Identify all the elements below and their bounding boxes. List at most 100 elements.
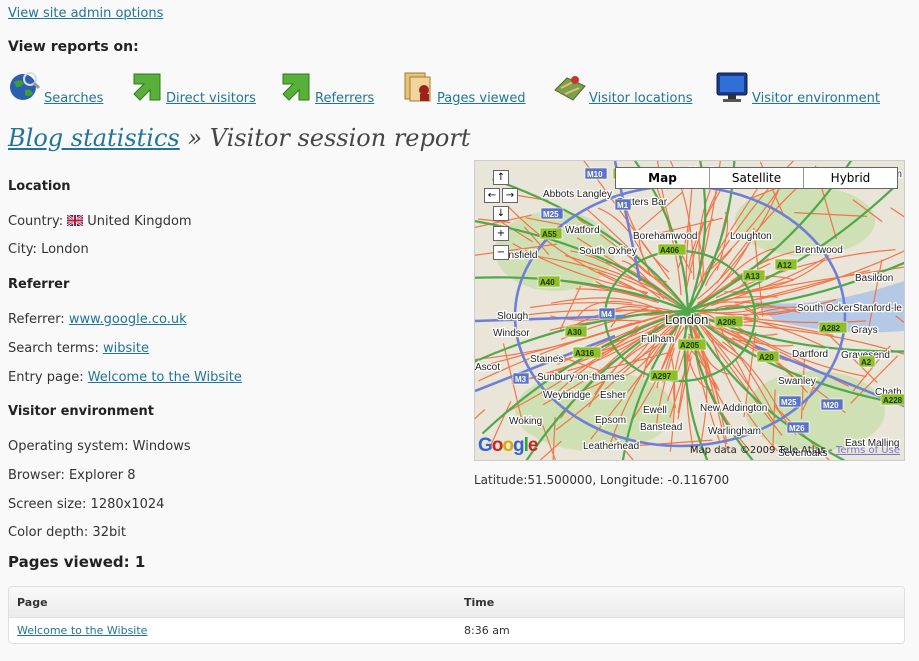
svg-text:M3: M3 [515, 375, 527, 384]
map-place-label: Basildon [855, 273, 893, 284]
site-admin-link[interactable]: View site admin options [8, 6, 163, 21]
map-place-label: Epsom [595, 415, 626, 426]
nav-link-pages-viewed[interactable]: Pages viewed [437, 91, 526, 106]
map-place-label: Brentwood [795, 245, 843, 256]
map-place-label: Sunbury-on-thames [537, 372, 625, 383]
screen-size-row: Screen size: 1280x1024 [8, 497, 165, 512]
nav-link-referrers[interactable]: Referrers [315, 91, 374, 106]
referrer-heading: Referrer [8, 277, 70, 292]
road-shield: M20 [820, 398, 844, 411]
entry-page-label: Entry page: [8, 370, 84, 385]
city-value: London [41, 242, 89, 257]
country-row: Country: United Kingdom [8, 214, 192, 229]
country-value: United Kingdom [87, 214, 192, 229]
svg-text:M10: M10 [587, 170, 603, 179]
browser-row: Browser: Explorer 8 [8, 468, 136, 483]
svg-text:A297: A297 [652, 372, 672, 381]
map-type-control: Map Satellite Hybrid [615, 167, 898, 189]
zoom-in-button[interactable]: + [493, 226, 509, 241]
road-shield: A228 [880, 393, 904, 406]
map-place-label: Grays [851, 325, 878, 336]
entry-page-link[interactable]: Welcome to the Wibsite [88, 370, 242, 385]
map-type-satellite-button[interactable]: Satellite [709, 168, 803, 188]
google-logo: Google [478, 435, 538, 456]
map-place-label: New Addington [700, 403, 767, 414]
road-shield: A40 [537, 275, 561, 288]
map-type-hybrid-button[interactable]: Hybrid [803, 168, 897, 188]
map-place-label: Stanford-le [853, 303, 902, 314]
nav-link-visitor-environment[interactable]: Visitor environment [752, 91, 880, 106]
map-place-label: Warlingham [708, 426, 761, 437]
view-reports-heading: View reports on: [8, 39, 139, 55]
table-row-time: 8:36 am [464, 624, 510, 637]
search-terms-link[interactable]: wibsite [103, 341, 149, 356]
map-place-label: Leatherhead [583, 441, 639, 452]
map-place-label: Weybridge [543, 390, 591, 401]
svg-text:A55: A55 [542, 230, 557, 239]
blog-statistics-link[interactable]: Blog statistics [8, 124, 180, 152]
pan-left-button[interactable]: ← [484, 188, 500, 203]
zoom-out-button[interactable]: − [493, 245, 509, 260]
svg-text:M4: M4 [601, 310, 613, 319]
map-place-label: Woking [509, 416, 542, 427]
pan-right-button[interactable]: → [502, 188, 518, 203]
road-shield: M10 [584, 167, 608, 180]
svg-text:M25: M25 [543, 210, 559, 219]
search-terms-label: Search terms: [8, 341, 99, 356]
road-shield: A12 [774, 258, 798, 271]
city-label: City: [8, 242, 37, 257]
svg-text:A2: A2 [861, 358, 872, 367]
map-place-label: London [665, 312, 708, 327]
monitor-icon [716, 72, 748, 102]
entry-page-row: Entry page: Welcome to the Wibsite [8, 370, 242, 385]
road-shield: A20 [756, 350, 780, 363]
title-rest: » Visitor session report [179, 124, 471, 152]
referrer-link[interactable]: www.google.co.uk [69, 312, 187, 327]
column-header-page: Page [17, 596, 48, 609]
green-arrow-icon [282, 73, 310, 101]
map-type-map-button[interactable]: Map [616, 168, 709, 188]
road-shield: M3 [512, 372, 530, 385]
svg-text:A20: A20 [759, 353, 774, 362]
color-depth-row: Color depth: 32bit [8, 525, 126, 540]
svg-text:A316: A316 [575, 349, 595, 358]
map-place-label: Ewell [643, 405, 667, 416]
pages-viewed-heading: Pages viewed: 1 [8, 553, 146, 571]
svg-text:M25: M25 [781, 398, 797, 407]
table-row-page-link[interactable]: Welcome to the Wibsite [17, 624, 147, 637]
road-shield: M4 [598, 307, 616, 320]
road-shield: A205 [677, 338, 707, 351]
map-canvas[interactable]: HoddesdonChelmAbbots LangleyPotters BarW… [475, 161, 904, 460]
map-place-label: Watford [565, 225, 600, 236]
map-place-label: Windsor [493, 328, 530, 339]
page-title: Blog statistics » Visitor session report [8, 124, 470, 152]
map-place-label: Swanley [778, 376, 816, 387]
terms-of-use-link[interactable]: Terms of Use [836, 445, 900, 456]
city-row: City: London [8, 242, 89, 257]
svg-text:A12: A12 [777, 261, 792, 270]
map-place-label: Slough [497, 311, 528, 322]
map-place-label: Loughton [730, 231, 772, 242]
map-place-label: Esher [600, 390, 627, 401]
nav-link-direct-visitors[interactable]: Direct visitors [166, 91, 256, 106]
map-place-label: Ascot [475, 362, 500, 373]
referrer-label: Referrer: [8, 312, 65, 327]
os-row: Operating system: Windows [8, 439, 191, 454]
road-shield: A297 [649, 369, 679, 382]
pan-down-button[interactable]: ↓ [493, 206, 509, 221]
svg-text:A205: A205 [680, 341, 700, 350]
svg-text:A282: A282 [821, 324, 841, 333]
svg-text:A228: A228 [883, 396, 903, 405]
svg-text:M20: M20 [823, 401, 839, 410]
referrer-row: Referrer: www.google.co.uk [8, 312, 187, 327]
svg-text:A13: A13 [745, 272, 760, 281]
pan-up-button[interactable]: ↑ [493, 170, 509, 185]
road-shield: A282 [818, 321, 848, 334]
visitor-map[interactable]: HoddesdonChelmAbbots LangleyPotters BarW… [474, 160, 905, 461]
environment-heading: Visitor environment [8, 404, 154, 419]
column-header-time: Time [464, 596, 495, 609]
nav-link-searches[interactable]: Searches [44, 91, 103, 106]
nav-link-visitor-locations[interactable]: Visitor locations [589, 91, 693, 106]
map-place-label: Borehamwood [633, 231, 697, 242]
road-shield: A2 [858, 355, 876, 368]
